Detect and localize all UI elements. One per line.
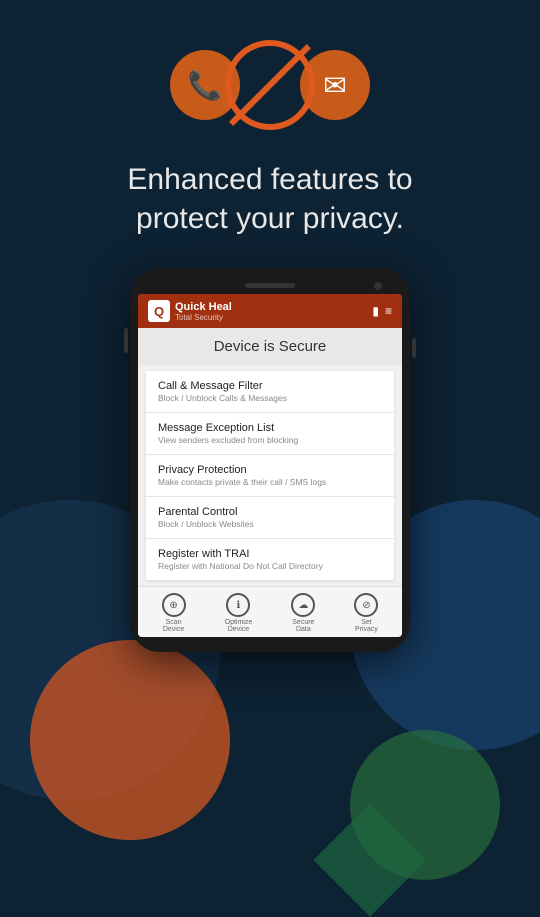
- secure-data-icon: ☁: [291, 593, 315, 617]
- menu-item-privacy-sub: Make contacts private & their call / SMS…: [158, 477, 382, 487]
- menu-icon[interactable]: ≡: [385, 304, 392, 318]
- menu-item-trai[interactable]: Register with TRAI Register with Nationa…: [146, 539, 394, 580]
- menu-item-trai-sub: Register with National Do Not Call Direc…: [158, 561, 382, 571]
- volume-button: [124, 328, 128, 353]
- scan-device-icon: ⊕: [162, 593, 186, 617]
- app-header-left: Q Quick Heal Total Security: [148, 300, 232, 322]
- headline-line2: protect your privacy.: [136, 202, 404, 235]
- mail-icon: ✉: [323, 69, 346, 102]
- app-title-block: Quick Heal Total Security: [175, 301, 232, 322]
- app-header-right: ▮ ≡: [372, 304, 392, 318]
- menu-item-parental-control[interactable]: Parental Control Block / Unblock Website…: [146, 497, 394, 539]
- nav-optimize-device[interactable]: ℹ OptimizeDevice: [225, 593, 253, 633]
- menu-item-exception-list[interactable]: Message Exception List View senders excl…: [146, 413, 394, 455]
- phone-icon: 📞: [188, 69, 223, 102]
- app-logo: Q: [148, 300, 170, 322]
- block-symbol: [225, 40, 315, 130]
- menu-item-call-filter[interactable]: Call & Message Filter Block / Unblock Ca…: [146, 371, 394, 413]
- phone-top-bar: [138, 283, 402, 288]
- headline: Enhanced features to protect your privac…: [87, 160, 452, 238]
- menu-item-parental-title: Parental Control: [158, 506, 382, 518]
- optimize-device-icon: ℹ: [226, 593, 250, 617]
- battery-icon: ▮: [372, 304, 379, 318]
- app-header: Q Quick Heal Total Security ▮ ≡: [138, 294, 402, 328]
- nav-scan-device[interactable]: ⊕ ScanDevice: [162, 593, 186, 633]
- nav-set-privacy[interactable]: ⊘ SetPrivacy: [354, 593, 378, 633]
- menu-item-exception-sub: View senders excluded from blocking: [158, 435, 382, 445]
- headline-line1: Enhanced features to: [127, 163, 412, 196]
- menu-item-exception-title: Message Exception List: [158, 422, 382, 434]
- bg-decor-2: [30, 640, 230, 840]
- app-title: Quick Heal: [175, 301, 232, 313]
- menu-item-trai-title: Register with TRAI: [158, 548, 382, 560]
- menu-list: Call & Message Filter Block / Unblock Ca…: [146, 371, 394, 580]
- bottom-nav: ⊕ ScanDevice ℹ OptimizeDevice ☁ SecureDa…: [138, 586, 402, 637]
- optimize-device-label: OptimizeDevice: [225, 619, 253, 633]
- front-camera: [374, 282, 382, 290]
- menu-item-call-filter-title: Call & Message Filter: [158, 380, 382, 392]
- menu-item-privacy-title: Privacy Protection: [158, 464, 382, 476]
- set-privacy-label: SetPrivacy: [355, 619, 378, 633]
- phone-body: Q Quick Heal Total Security ▮ ≡ Device i…: [130, 268, 410, 652]
- power-button: [412, 338, 416, 358]
- app-subtitle: Total Security: [175, 313, 232, 322]
- phone-mockup: Q Quick Heal Total Security ▮ ≡ Device i…: [130, 268, 410, 652]
- phone-screen: Q Quick Heal Total Security ▮ ≡ Device i…: [138, 294, 402, 637]
- feature-icons-row: 📞 ✉: [170, 40, 370, 130]
- speaker-grill: [245, 283, 295, 288]
- menu-item-parental-sub: Block / Unblock Websites: [158, 519, 382, 529]
- nav-secure-data[interactable]: ☁ SecureData: [291, 593, 315, 633]
- set-privacy-icon: ⊘: [354, 593, 378, 617]
- scan-device-label: ScanDevice: [163, 619, 184, 633]
- menu-item-privacy-protection[interactable]: Privacy Protection Make contacts private…: [146, 455, 394, 497]
- menu-item-call-filter-sub: Block / Unblock Calls & Messages: [158, 393, 382, 403]
- device-status-banner: Device is Secure: [138, 328, 402, 365]
- secure-data-label: SecureData: [292, 619, 314, 633]
